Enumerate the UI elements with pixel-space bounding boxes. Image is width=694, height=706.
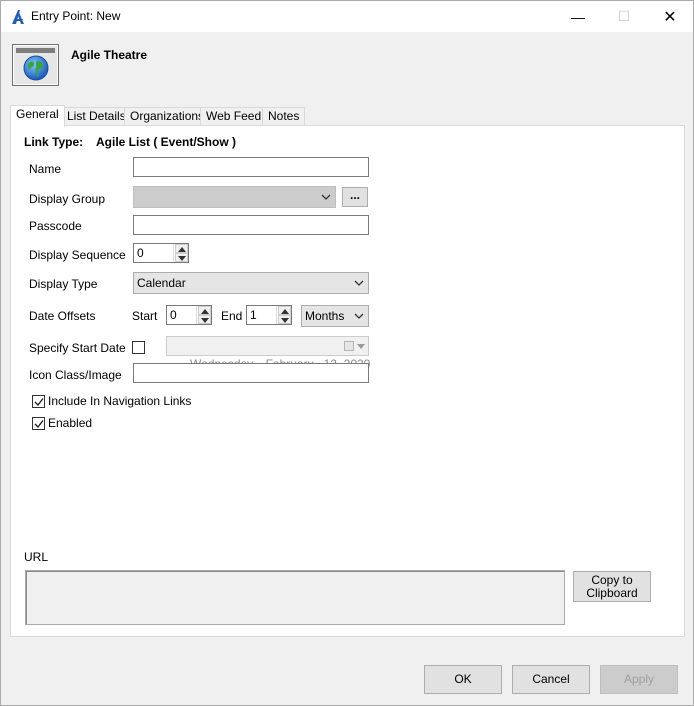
display-sequence-stepper[interactable]: 0	[133, 243, 189, 263]
stepper-down-icon[interactable]	[175, 253, 188, 262]
end-offset-label: End	[221, 309, 243, 323]
dialog-window: Entry Point: New — ☐ ✕ Agile Theatre Gen…	[0, 0, 694, 706]
specify-start-date-label: Specify Start Date	[29, 341, 126, 355]
chevron-down-icon	[357, 344, 365, 349]
stepper-up-icon[interactable]	[198, 306, 211, 315]
tab-list-details[interactable]: List Details	[61, 107, 132, 126]
include-nav-checkbox[interactable]	[32, 395, 45, 408]
globe-window-icon	[12, 44, 59, 86]
link-type-value: Agile List ( Event/Show )	[96, 135, 237, 149]
passcode-input[interactable]	[133, 215, 369, 235]
end-offset-stepper[interactable]: 1	[246, 305, 292, 325]
stepper-down-icon[interactable]	[198, 315, 211, 324]
app-logo-icon	[10, 9, 26, 25]
display-type-label: Display Type	[29, 277, 98, 291]
browse-display-group-button[interactable]: ...	[342, 187, 368, 207]
checkmark-icon	[34, 420, 44, 429]
title-bar: Entry Point: New — ☐ ✕	[1, 1, 693, 32]
display-sequence-label: Display Sequence	[29, 248, 126, 262]
window-title: Entry Point: New	[31, 9, 121, 23]
url-textarea[interactable]	[25, 570, 565, 625]
enabled-checkbox[interactable]	[32, 417, 45, 430]
date-offsets-label: Date Offsets	[29, 309, 96, 323]
name-label: Name	[29, 162, 62, 176]
end-offset-value: 1	[250, 308, 257, 322]
copy-button-line2: Clipboard	[586, 586, 638, 600]
icon-class-input[interactable]	[133, 363, 369, 383]
chevron-down-icon	[354, 313, 364, 319]
stepper-down-icon[interactable]	[278, 315, 291, 324]
url-label: URL	[24, 550, 49, 564]
stepper-up-icon[interactable]	[278, 306, 291, 315]
start-offset-label: Start	[132, 309, 158, 323]
display-group-select[interactable]	[133, 186, 336, 208]
stepper-up-icon[interactable]	[175, 244, 188, 253]
copy-to-clipboard-button[interactable]: Copy to Clipboard	[573, 571, 651, 602]
start-offset-value: 0	[170, 308, 177, 322]
minimize-button[interactable]: —	[555, 1, 601, 32]
calendar-icon	[344, 341, 354, 351]
link-type-label: Link Type:	[24, 135, 84, 149]
include-nav-label[interactable]: Include In Navigation Links	[48, 394, 191, 408]
close-button[interactable]: ✕	[647, 1, 693, 32]
start-offset-stepper[interactable]: 0	[166, 305, 212, 325]
tab-organizations[interactable]: Organizations	[124, 107, 211, 126]
enabled-label[interactable]: Enabled	[48, 416, 92, 430]
offset-unit-value: Months	[305, 309, 345, 323]
general-panel: Link Type: Agile List ( Event/Show ) Nam…	[10, 125, 685, 637]
maximize-button[interactable]: ☐	[601, 1, 647, 32]
entry-point-title: Agile Theatre	[71, 48, 148, 62]
display-group-label: Display Group	[29, 192, 106, 206]
start-date-picker: Wednesday, February 12, 2020	[166, 336, 370, 371]
specify-start-date-checkbox[interactable]	[132, 341, 145, 354]
tab-general[interactable]: General	[10, 105, 65, 127]
tab-notes[interactable]: Notes	[262, 107, 306, 126]
chevron-down-icon	[354, 280, 364, 286]
name-input[interactable]	[133, 157, 369, 177]
offset-unit-select[interactable]: Months	[301, 305, 369, 327]
display-sequence-value: 0	[137, 246, 144, 260]
ok-button[interactable]: OK	[424, 665, 502, 694]
tab-web-feed[interactable]: Web Feed	[200, 107, 268, 126]
display-type-select[interactable]: Calendar	[133, 272, 369, 294]
checkmark-icon	[34, 398, 44, 407]
apply-button[interactable]: Apply	[600, 665, 678, 694]
icon-class-label: Icon Class/Image	[29, 368, 122, 382]
display-type-value: Calendar	[137, 276, 186, 290]
cancel-button[interactable]: Cancel	[512, 665, 590, 694]
passcode-label: Passcode	[29, 219, 82, 233]
chevron-down-icon	[321, 194, 331, 200]
